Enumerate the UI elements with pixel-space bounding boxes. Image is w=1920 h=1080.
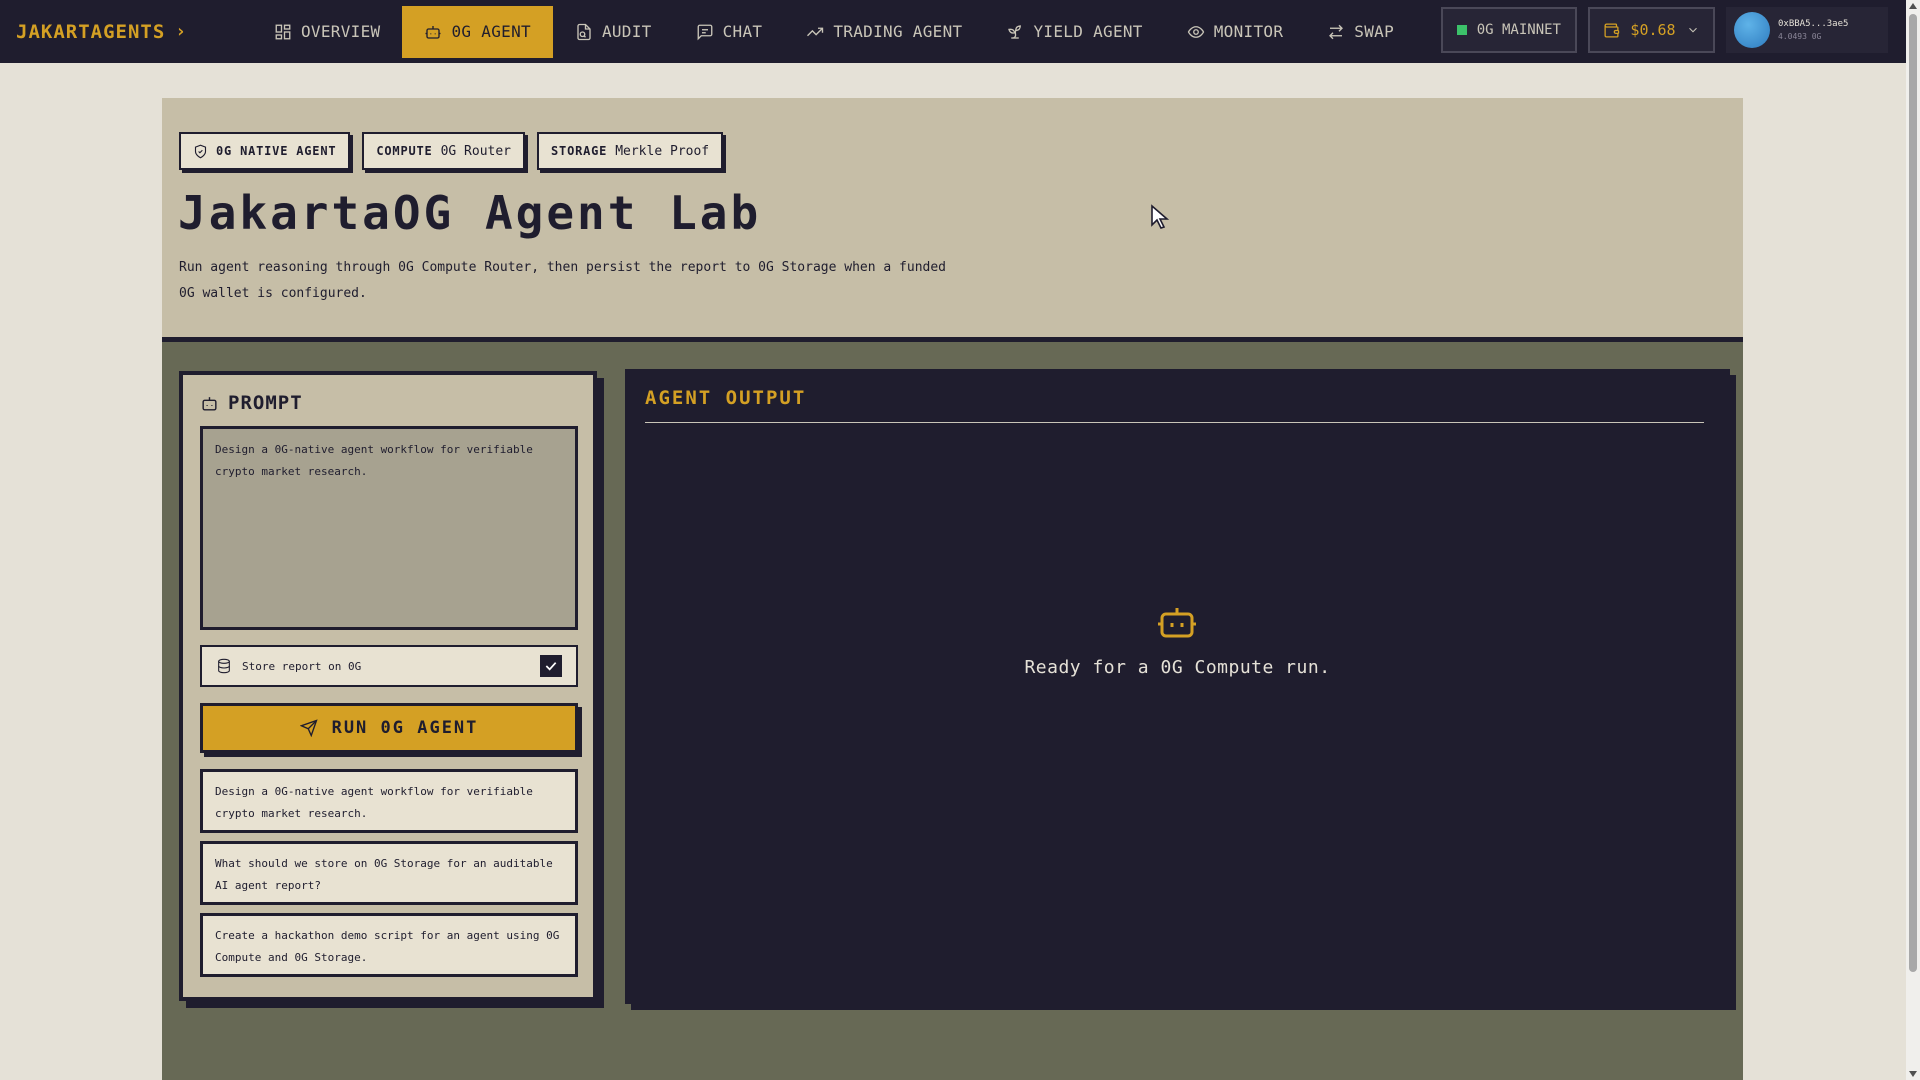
nav-item-monitor[interactable]: MONITOR	[1165, 6, 1306, 58]
badge-value: 0G Router	[440, 143, 512, 159]
output-empty-state: Ready for a 0G Compute run.	[1024, 657, 1331, 678]
page-title: JakartaOG Agent Lab	[178, 186, 762, 240]
nav-right-group: 0G MAINNET $0.68 0xBBA5...3ae5 4.0493 0G	[1440, 7, 1888, 53]
nav-item-swap[interactable]: SWAP	[1305, 6, 1416, 58]
swap-icon	[1329, 24, 1344, 39]
store-report-label: Store report on 0G	[242, 659, 362, 673]
network-status-dot	[1456, 25, 1467, 35]
hero-section: 0G NATIVE AGENT COMPUTE 0G Router STORAG…	[162, 98, 1743, 342]
nav-item-chat[interactable]: CHAT	[674, 6, 785, 58]
avatar	[1734, 12, 1770, 48]
scrollbar-thumb[interactable]	[1909, 14, 1917, 972]
nav-item-audit[interactable]: AUDIT	[553, 6, 674, 58]
nav-item-label: 0G AGENT	[451, 22, 531, 41]
account-balance: 4.0493 0G	[1778, 32, 1822, 41]
nav-item-label: AUDIT	[601, 22, 652, 41]
badge-row: 0G NATIVE AGENT COMPUTE 0G Router STORAG…	[179, 132, 724, 170]
badge-compute: COMPUTE 0G Router	[362, 132, 526, 170]
badge-label: 0G NATIVE AGENT	[216, 144, 337, 158]
run-agent-label: RUN 0G AGENT	[331, 718, 479, 738]
suggestion-item[interactable]: Create a hackathon demo script for an ag…	[200, 913, 578, 977]
mouse-cursor-icon	[1151, 204, 1170, 229]
nav-item-label: SWAP	[1354, 22, 1395, 41]
output-panel: AGENT OUTPUT Ready for a 0G Compute run.	[625, 369, 1730, 1004]
robot-icon	[425, 25, 441, 39]
scroll-down-icon[interactable]	[1909, 1071, 1917, 1077]
page-scrollbar[interactable]	[1906, 0, 1920, 1080]
account-address: 0xBBA5...3ae5	[1778, 19, 1849, 29]
nav-item-label: OVERVIEW	[301, 22, 381, 41]
store-report-toggle[interactable]: Store report on 0G	[200, 645, 578, 687]
send-icon	[299, 719, 318, 737]
nav-item-label: CHAT	[722, 22, 763, 41]
nav-item-label: MONITOR	[1213, 22, 1284, 41]
output-divider	[645, 422, 1704, 423]
layout-grid-icon	[275, 24, 291, 39]
page-description: Run agent reasoning through 0G Compute R…	[179, 260, 947, 301]
top-nav: JAKARTAGENTS › OVERVIEW 0G AGENT AUDIT C…	[0, 0, 1906, 63]
wallet-icon	[1604, 22, 1620, 38]
sprout-icon	[1008, 24, 1022, 39]
balance-value: $0.68	[1630, 21, 1676, 39]
badge-native-agent: 0G NATIVE AGENT	[179, 132, 351, 170]
account-info: 0xBBA5...3ae5 4.0493 0G	[1778, 19, 1848, 41]
shield-check-icon	[194, 144, 207, 158]
output-title: AGENT OUTPUT	[645, 387, 807, 409]
balance-dropdown[interactable]: $0.68	[1588, 7, 1715, 53]
scroll-up-icon[interactable]	[1909, 3, 1917, 9]
badge-storage: STORAGE Merkle Proof	[537, 132, 724, 170]
nav-item-label: YIELD AGENT	[1033, 22, 1143, 41]
chevron-down-icon	[1688, 27, 1697, 33]
network-selector[interactable]: 0G MAINNET	[1440, 7, 1577, 53]
chat-icon	[697, 24, 713, 40]
nav-item-trading-agent[interactable]: TRADING AGENT	[784, 6, 984, 58]
eye-icon	[1187, 25, 1205, 38]
suggestion-item[interactable]: What should we store on 0G Storage for a…	[200, 841, 578, 905]
chevron-right-icon: ›	[175, 21, 188, 42]
database-icon	[218, 658, 230, 674]
prompt-heading-label: PROMPT	[228, 392, 303, 414]
suggestion-item[interactable]: Design a 0G-native agent workflow for ve…	[200, 769, 578, 833]
nav-item-0g-agent[interactable]: 0G AGENT	[402, 5, 553, 58]
account-button[interactable]: 0xBBA5...3ae5 4.0493 0G	[1726, 7, 1888, 53]
brand-name: JAKARTAGENTS	[16, 20, 166, 43]
nav-item-yield-agent[interactable]: YIELD AGENT	[984, 6, 1164, 58]
network-label: 0G MAINNET	[1476, 22, 1561, 38]
file-audit-icon	[577, 23, 591, 40]
robot-icon	[202, 396, 217, 411]
run-agent-button[interactable]: RUN 0G AGENT	[200, 703, 578, 753]
brand-logo[interactable]: JAKARTAGENTS ›	[0, 21, 252, 43]
badge-label: COMPUTE	[376, 144, 433, 158]
badge-label: STORAGE	[551, 144, 608, 158]
bot-icon	[1157, 604, 1197, 640]
trending-up-icon	[807, 27, 824, 36]
store-report-checkbox[interactable]	[540, 655, 562, 677]
badge-value: Merkle Proof	[615, 143, 710, 159]
work-area: PROMPT Design a 0G-native agent workflow…	[162, 342, 1743, 1080]
prompt-panel: PROMPT Design a 0G-native agent workflow…	[179, 371, 597, 1001]
prompt-heading: PROMPT	[200, 392, 303, 414]
nav-item-overview[interactable]: OVERVIEW	[252, 6, 402, 58]
check-icon	[545, 662, 557, 671]
nav-item-label: TRADING AGENT	[833, 22, 963, 41]
prompt-input[interactable]: Design a 0G-native agent workflow for ve…	[200, 426, 578, 630]
